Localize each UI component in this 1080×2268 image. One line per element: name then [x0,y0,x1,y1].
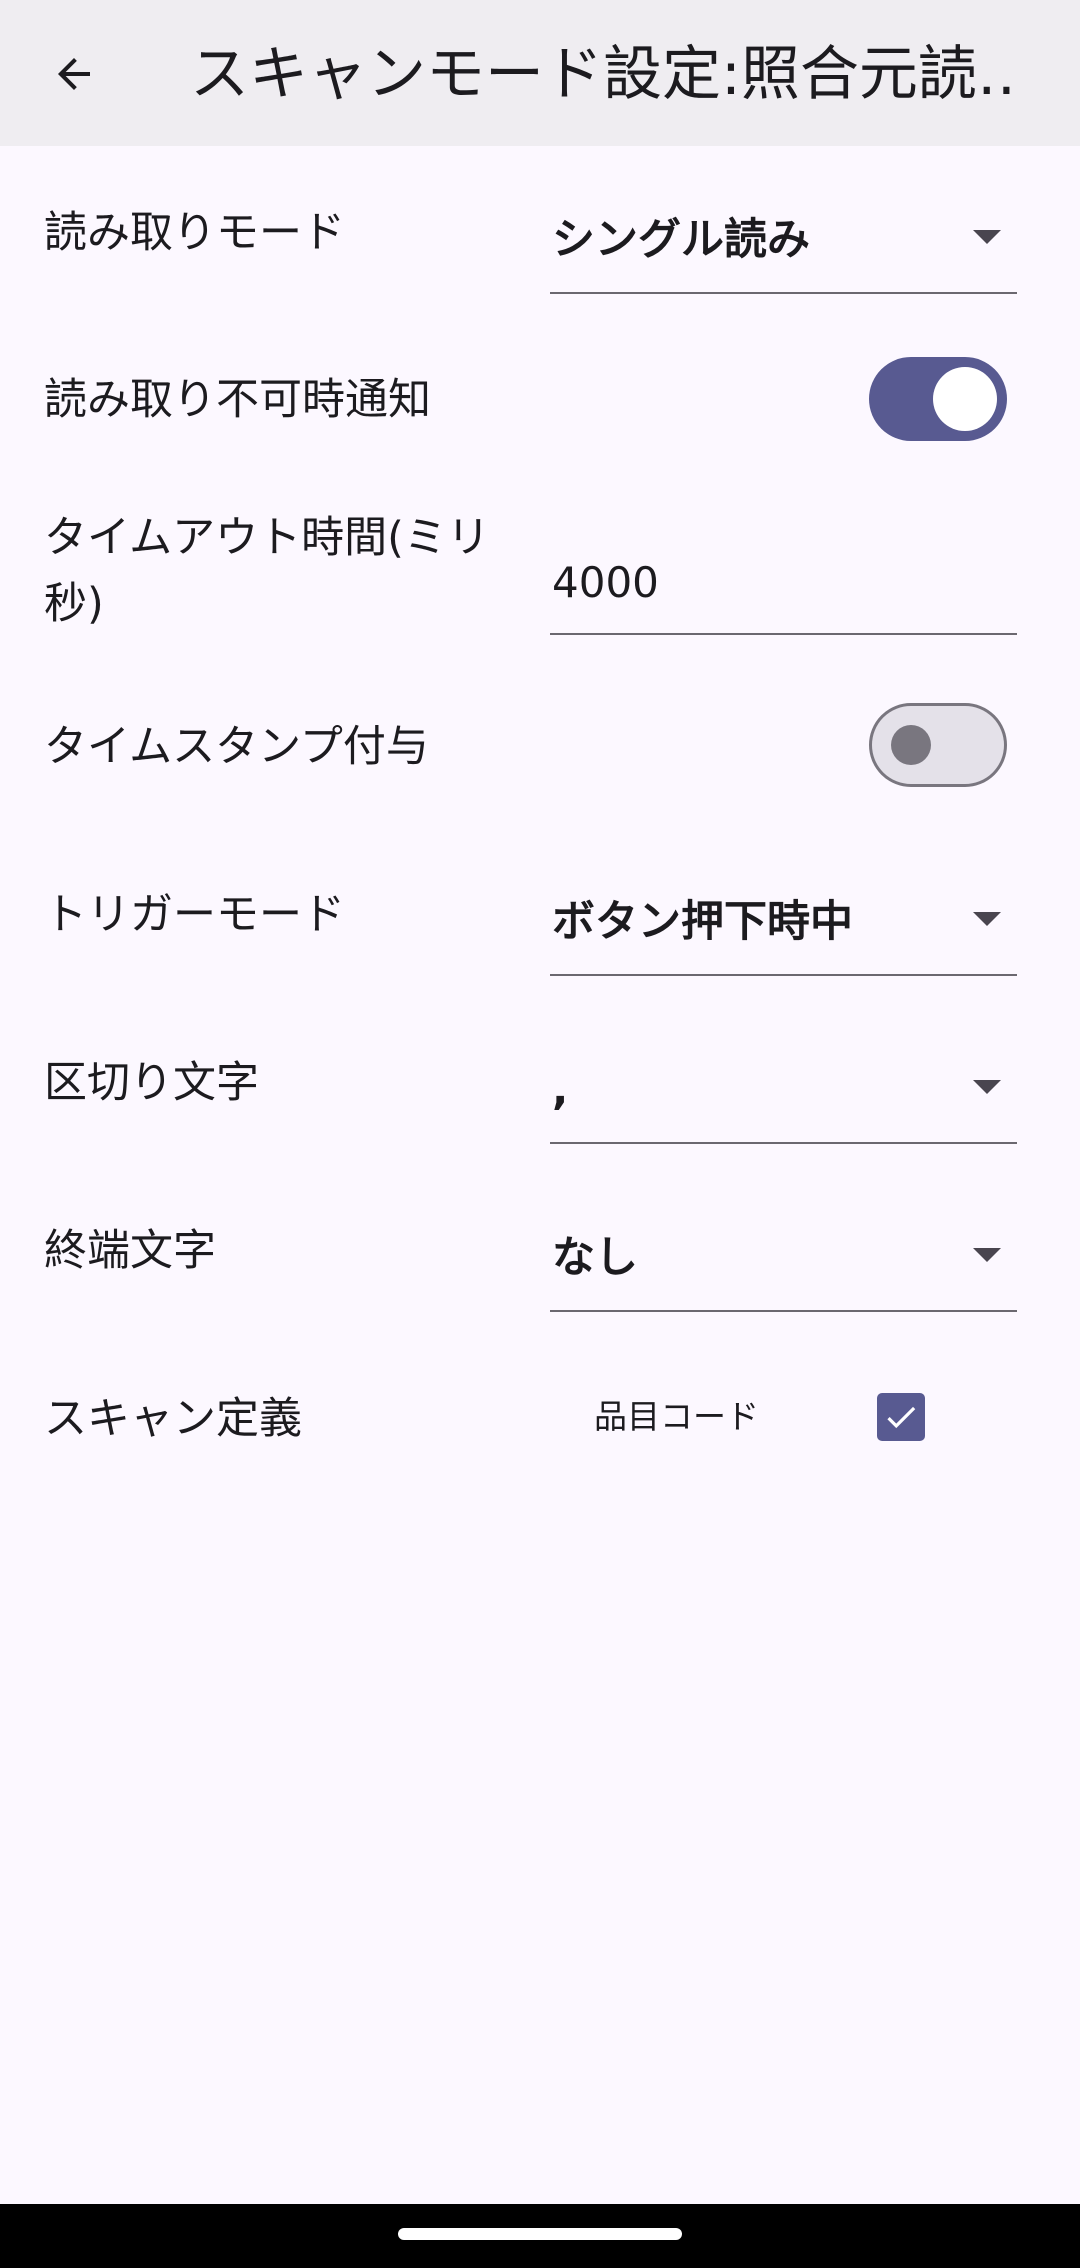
timeout-input[interactable]: 4000 [550,533,1017,635]
timeout-value: 4000 [552,558,659,607]
scan-definition-label: スキャン定義 [44,1394,302,1444]
timestamp-label: タイムスタンプ付与 [44,722,429,772]
timeout-label-line2: 秒) [44,579,104,629]
terminator-value: なし [552,1233,638,1283]
triangle-down-icon [973,912,1001,926]
item-code-label: 品目コード [594,1397,759,1436]
delimiter-dropdown[interactable]: , [550,1042,1017,1144]
home-gesture-handle[interactable] [398,2228,682,2240]
trigger-mode-label: トリガーモード [44,890,345,940]
check-icon [887,1406,916,1429]
triangle-down-icon [973,1248,1001,1262]
page-title: スキャンモード設定:照合元読… [190,39,1020,108]
unreadable-notify-label: 読み取り不可時通知 [44,375,431,425]
delimiter-value: , [552,1065,569,1115]
unreadable-notify-switch[interactable] [869,357,1007,441]
item-code-checkbox[interactable] [877,1393,925,1441]
switch-thumb [933,367,997,431]
timestamp-switch[interactable] [869,703,1007,787]
trigger-mode-dropdown[interactable]: ボタン押下時中 [550,874,1017,976]
read-mode-dropdown[interactable]: シングル読み [550,192,1017,294]
read-mode-value: シングル読み [552,215,810,265]
triangle-down-icon [973,230,1001,244]
delimiter-label: 区切り文字 [44,1058,259,1108]
switch-thumb [891,725,931,765]
terminator-label: 終端文字 [44,1226,216,1276]
app-bar: スキャンモード設定:照合元読… [0,0,1080,146]
trigger-mode-value: ボタン押下時中 [552,897,853,947]
terminator-dropdown[interactable]: なし [550,1210,1017,1312]
arrow-left-icon [58,58,90,90]
back-button[interactable] [36,36,112,112]
timeout-label-line1: タイムアウト時間(ミリ [44,513,490,563]
system-nav-bar [0,2204,1080,2268]
read-mode-label: 読み取りモード [44,208,345,258]
triangle-down-icon [973,1080,1001,1094]
